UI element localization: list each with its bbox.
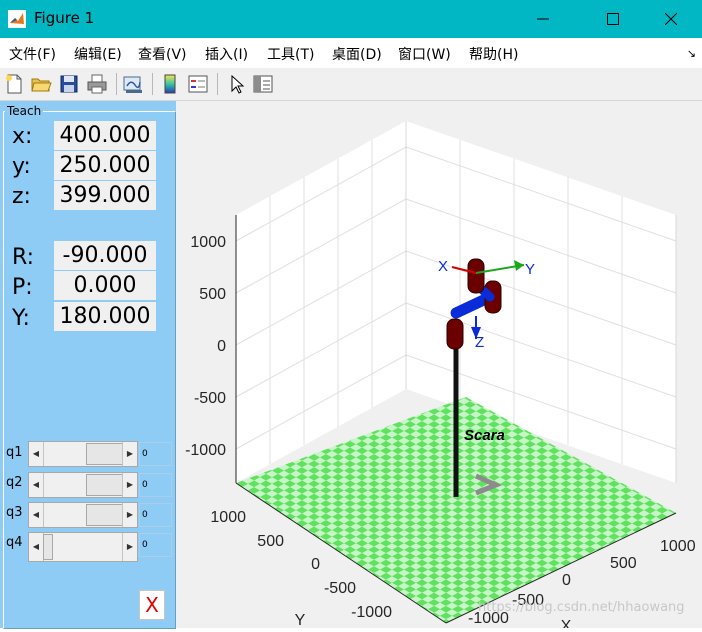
menu-bar: 文件(F) 编辑(E) 查看(V) 插入(I) 工具(T) 桌面(D) 窗口(W… — [0, 38, 702, 69]
z-tick: 0 — [217, 338, 226, 355]
maximize-button[interactable] — [590, 0, 636, 38]
slider-thumb[interactable] — [86, 474, 124, 496]
new-figure-icon[interactable] — [3, 73, 25, 95]
slider-left-arrow-icon[interactable]: ◀ — [29, 442, 44, 466]
maximize-icon — [607, 13, 619, 25]
joint-value-q2[interactable]: 0 — [139, 473, 172, 497]
title-bar: Figure 1 — [0, 0, 702, 38]
slider-left-arrow-icon[interactable]: ◀ — [29, 533, 44, 561]
value-x: 400.000 — [54, 121, 156, 150]
slider-right-arrow-icon[interactable]: ▶ — [122, 473, 137, 497]
z-tick: 1000 — [190, 234, 226, 251]
label-x: x: — [12, 124, 33, 149]
dock-arrow-icon[interactable]: ↘ — [687, 47, 696, 60]
matlab-logo-icon — [8, 10, 26, 28]
z-axis-ticks: 1000 500 0 -500 -1000 — [185, 234, 226, 459]
y-tick: 0 — [311, 556, 320, 573]
menu-view[interactable]: 查看(V) — [138, 44, 187, 64]
label-z: z: — [12, 184, 31, 209]
print-icon[interactable] — [86, 73, 108, 95]
label-pitch: P: — [12, 275, 33, 300]
toolbar-separator — [116, 73, 117, 95]
frame-x-label: X — [438, 258, 448, 275]
link-plot-icon[interactable] — [122, 73, 144, 95]
label-roll: R: — [12, 245, 35, 270]
pointer-icon[interactable] — [226, 73, 248, 95]
joint-value-q4[interactable]: 0 — [139, 533, 172, 557]
slider-thumb[interactable] — [86, 504, 124, 526]
teach-title: Teach — [5, 104, 44, 118]
y-tick: -500 — [324, 580, 356, 597]
joint-label-q1: q1 — [6, 445, 23, 460]
joint-slider-q3[interactable]: ◀ ▶ — [28, 502, 138, 528]
y-tick: -1000 — [351, 604, 392, 621]
property-inspector-icon[interactable] — [252, 73, 274, 95]
joint-value-q1[interactable]: 0 — [139, 442, 172, 466]
window-title: Figure 1 — [34, 9, 95, 27]
slider-right-arrow-icon[interactable]: ▶ — [122, 442, 137, 466]
minimize-button[interactable] — [520, 0, 566, 38]
minimize-icon — [537, 18, 549, 20]
x-tick: 1000 — [660, 538, 696, 555]
teach-panel: Teach x: 400.000 y: 250.000 z: 399.000 R… — [0, 101, 176, 629]
plot-area[interactable]: 1000 500 0 -500 -1000 1000 500 0 -500 -1… — [176, 101, 702, 632]
joint-label-q2: q2 — [6, 475, 23, 490]
menu-window[interactable]: 窗口(W) — [398, 44, 451, 64]
x-axis-label: X — [561, 618, 572, 628]
close-teach-button[interactable]: X — [139, 590, 165, 620]
close-button[interactable] — [648, 0, 694, 38]
y-axis-label: Y — [295, 612, 306, 628]
slider-right-arrow-icon[interactable]: ▶ — [122, 533, 137, 561]
x-tick: 500 — [610, 555, 637, 572]
legend-icon[interactable] — [187, 73, 209, 95]
toolbar-separator — [152, 73, 153, 95]
save-icon[interactable] — [58, 73, 80, 95]
frame-z-label: Z — [475, 334, 484, 351]
watermark: https://blog.csdn.net/hhaowang — [478, 600, 685, 615]
value-roll: -90.000 — [54, 241, 156, 270]
robot-3d-axes[interactable]: 1000 500 0 -500 -1000 1000 500 0 -500 -1… — [176, 101, 702, 632]
close-icon — [665, 13, 677, 25]
y-tick: 1000 — [210, 509, 246, 526]
menu-file[interactable]: 文件(F) — [9, 44, 56, 64]
slider-thumb[interactable] — [43, 534, 53, 560]
menu-tools[interactable]: 工具(T) — [267, 44, 314, 64]
joint-value-q3[interactable]: 0 — [139, 503, 172, 527]
z-tick: -500 — [194, 390, 226, 407]
joint-slider-q2[interactable]: ◀ ▶ — [28, 472, 138, 498]
value-yaw: 180.000 — [54, 302, 156, 331]
value-pitch: 0.000 — [54, 271, 156, 300]
figure-toolbar — [0, 68, 702, 101]
slider-thumb[interactable] — [86, 443, 124, 465]
menu-edit[interactable]: 编辑(E) — [74, 44, 122, 64]
slider-right-arrow-icon[interactable]: ▶ — [122, 503, 137, 527]
label-y: y: — [12, 154, 31, 179]
z-tick: -1000 — [185, 442, 226, 459]
colorbar-icon[interactable] — [159, 73, 181, 95]
robot-joint-1 — [446, 318, 464, 350]
robot-name-label: Scara — [464, 427, 505, 444]
z-tick: 500 — [199, 286, 226, 303]
menu-desktop[interactable]: 桌面(D) — [332, 44, 382, 64]
frame-y-label: Y — [525, 261, 535, 278]
x-tick: 0 — [562, 572, 571, 589]
joint-label-q3: q3 — [6, 505, 23, 520]
label-yaw: Y: — [12, 306, 30, 331]
joint-slider-q4[interactable]: ◀ ▶ — [28, 532, 138, 562]
menu-insert[interactable]: 插入(I) — [205, 44, 248, 64]
toolbar-separator — [217, 73, 218, 95]
y-tick: 500 — [257, 533, 284, 550]
joint-slider-q1[interactable]: ◀ ▶ — [28, 441, 138, 467]
robot-joint-3 — [467, 258, 485, 294]
value-y: 250.000 — [54, 151, 156, 180]
menu-help[interactable]: 帮助(H) — [469, 44, 518, 64]
value-z: 399.000 — [54, 181, 156, 210]
joint-label-q4: q4 — [6, 535, 23, 550]
open-file-icon[interactable] — [30, 73, 52, 95]
slider-left-arrow-icon[interactable]: ◀ — [29, 473, 44, 497]
slider-left-arrow-icon[interactable]: ◀ — [29, 503, 44, 527]
